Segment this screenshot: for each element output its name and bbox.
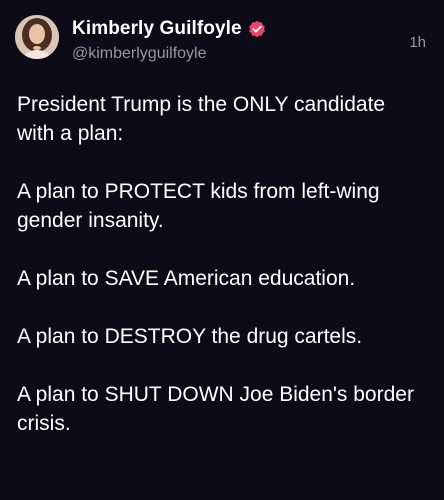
avatar-photo-icon bbox=[15, 15, 59, 59]
post-card: Kimberly Guilfoyle @kimberlyguilfoyle 1h… bbox=[0, 0, 444, 500]
author-handle[interactable]: @kimberlyguilfoyle bbox=[72, 45, 207, 63]
author-display-name[interactable]: Kimberly Guilfoyle bbox=[72, 18, 242, 40]
post-paragraph: A plan to SAVE American education. bbox=[17, 267, 356, 290]
post-paragraph: A plan to SHUT DOWN Joe Biden's border c… bbox=[17, 383, 414, 435]
post-body: President Trump is the ONLY candidate wi… bbox=[17, 90, 427, 438]
post-paragraph: A plan to DESTROY the drug cartels. bbox=[17, 325, 363, 348]
post-paragraph: President Trump is the ONLY candidate wi… bbox=[17, 93, 386, 145]
post-timestamp[interactable]: 1h bbox=[409, 34, 426, 51]
author-name-row: Kimberly Guilfoyle bbox=[72, 18, 266, 40]
avatar[interactable] bbox=[15, 15, 59, 59]
post-paragraph: A plan to PROTECT kids from left-wing ge… bbox=[17, 180, 380, 232]
verified-badge-icon bbox=[248, 20, 266, 38]
